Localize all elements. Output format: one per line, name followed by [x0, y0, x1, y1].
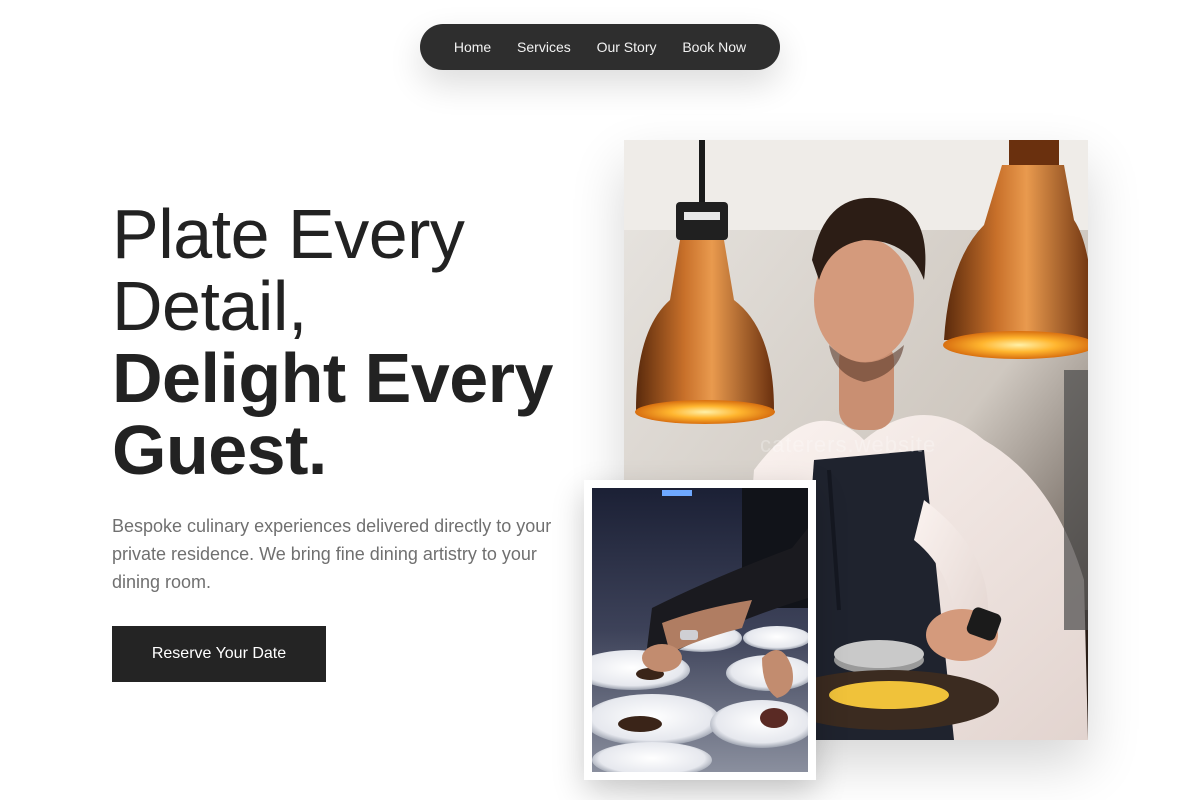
headline-line-2: Detail,	[112, 267, 307, 345]
nav-link-home[interactable]: Home	[454, 39, 491, 55]
plating-photo-frame	[584, 480, 816, 780]
headline-line-1: Plate Every	[112, 195, 465, 273]
hero-headline-block: Plate Every Detail, Delight Every Guest.	[112, 198, 592, 486]
headline-line-4: Guest.	[112, 411, 327, 489]
watermark-text: caterers.website	[760, 432, 937, 457]
main-navigation: Home Services Our Story Book Now	[420, 24, 780, 70]
plating-photo-illustration	[592, 488, 808, 772]
nav-link-our-story[interactable]: Our Story	[597, 39, 657, 55]
reserve-date-button[interactable]: Reserve Your Date	[112, 626, 326, 682]
plating-photo	[592, 488, 808, 772]
hero-subtitle: Bespoke culinary experiences delivered d…	[112, 516, 552, 592]
nav-link-services[interactable]: Services	[517, 39, 571, 55]
headline-line-3: Delight Every	[112, 339, 553, 417]
hero-headline: Plate Every Detail, Delight Every Guest.	[112, 198, 592, 486]
nav-link-book-now[interactable]: Book Now	[682, 39, 746, 55]
